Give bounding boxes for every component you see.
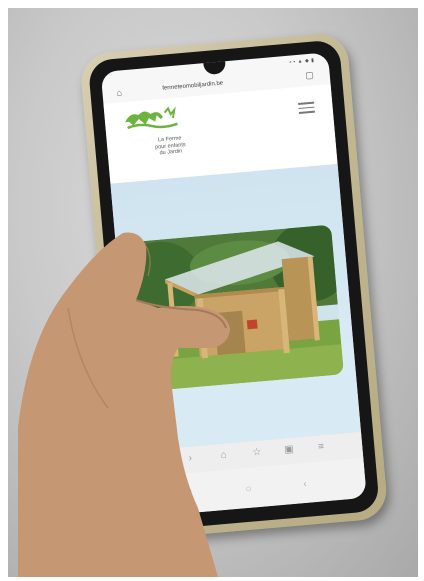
photo-frame: ▪ ▪ ▲ ◆ ▮ ⌂ fermeteomobiljardin.be ▢ La … xyxy=(8,8,418,577)
holding-hand xyxy=(18,232,230,577)
